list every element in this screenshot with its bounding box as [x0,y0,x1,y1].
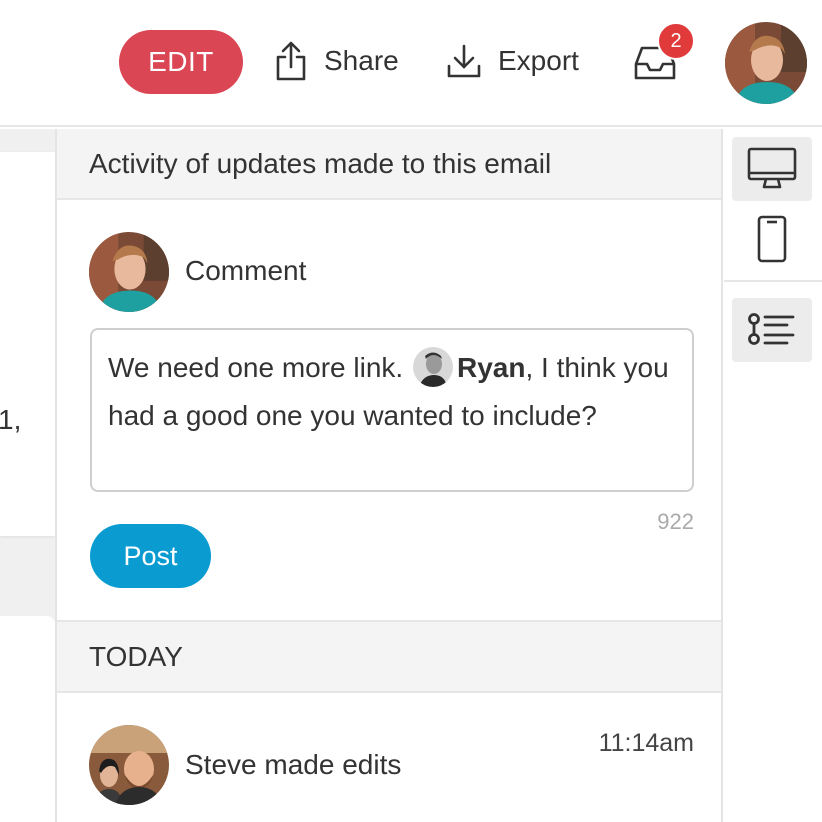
share-button[interactable]: Share [274,38,399,84]
email-text-fragment: 1, [0,404,22,435]
character-count: 922 [657,509,694,534]
desktop-icon [747,147,797,189]
outline-view-button[interactable] [732,298,812,362]
email-preview-card-lower [0,616,55,822]
post-button[interactable]: Post [90,524,211,588]
edit-button[interactable]: EDIT [119,30,243,94]
comment-label: Comment [185,255,307,286]
notification-badge: 2 [657,22,695,60]
comment-author-avatar [89,232,169,312]
mobile-view-button[interactable] [732,207,812,271]
export-label: Export [498,45,579,76]
activity-entry-text: Steve made edits [185,749,402,780]
export-button[interactable]: Export [446,38,579,84]
activity-entry-time: 11:14am [598,729,694,757]
activity-header: Activity of updates made to this email [57,129,721,200]
activity-panel: Activity of updates made to this email C… [55,129,723,822]
download-icon [447,44,481,78]
comment-text-start: We need one more link. [108,352,404,383]
mobile-icon [757,215,787,263]
comment-input[interactable]: We need one more link. Ryan, I think you… [90,328,694,492]
mention-name[interactable]: Ryan [457,352,525,383]
top-toolbar: EDIT Share Export 2 [0,0,822,127]
outline-list-icon [748,313,795,345]
desktop-view-button[interactable] [732,137,812,201]
section-header-today: TODAY [57,620,721,693]
rail-divider [724,280,822,282]
mention-avatar [412,347,453,387]
email-preview-card: 1, [0,152,55,536]
view-mode-rail [724,129,822,822]
share-icon [276,41,306,81]
user-avatar[interactable] [725,22,807,104]
share-label: Share [324,45,399,76]
activity-entry-avatar [89,725,169,805]
